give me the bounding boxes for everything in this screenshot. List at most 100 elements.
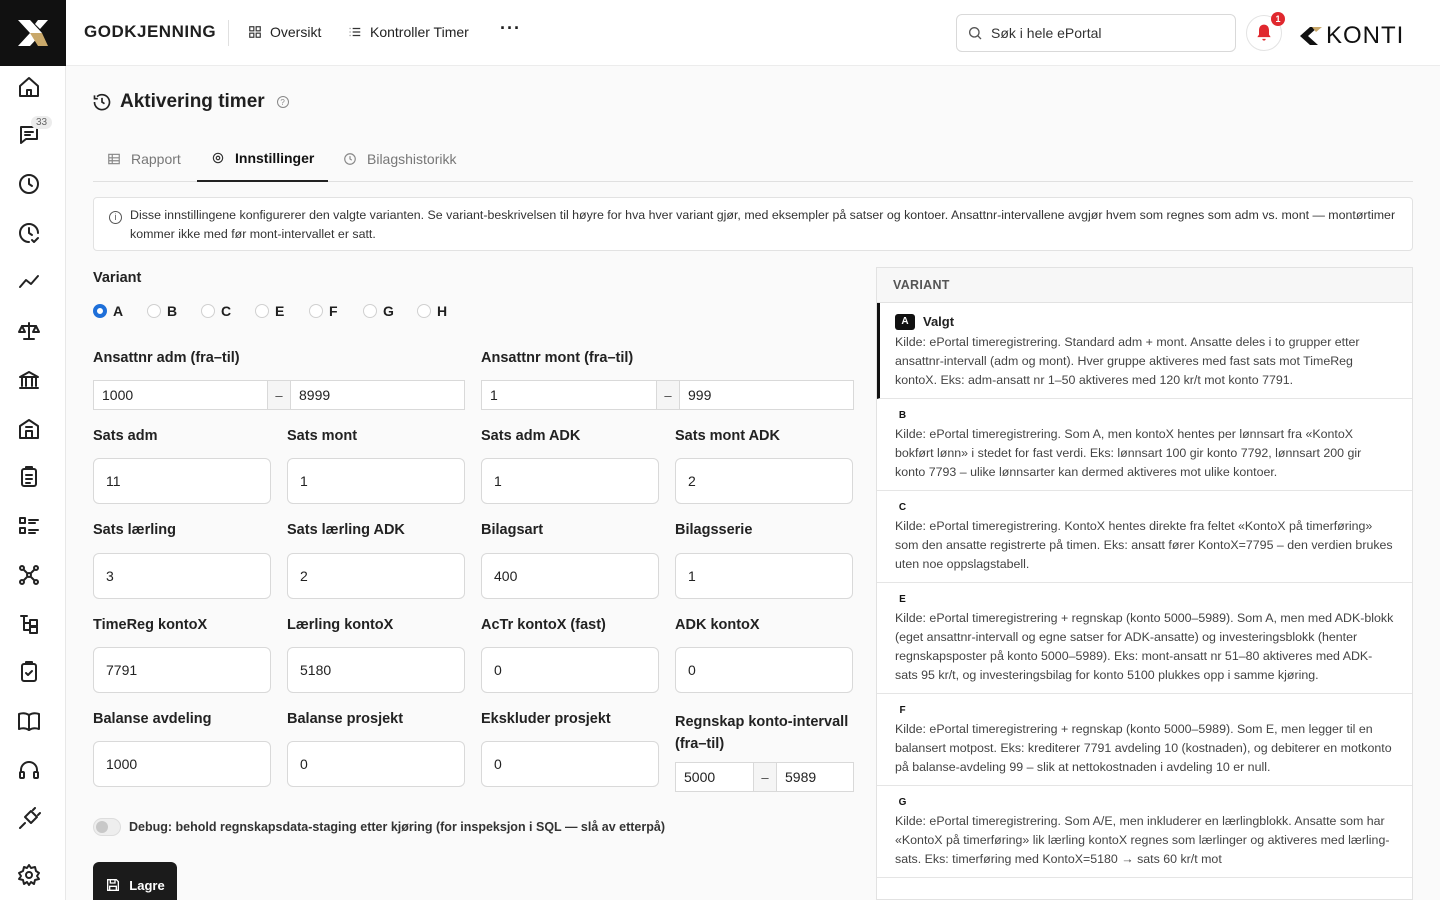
search-input[interactable] — [991, 25, 1211, 41]
history-icon — [344, 153, 356, 165]
notifications-badge: 1 — [1271, 12, 1285, 26]
variant-radio-h[interactable]: H — [417, 303, 471, 319]
label-line: (fra–til) — [675, 736, 725, 752]
mont-from-input[interactable] — [482, 381, 656, 409]
bilagsserie-input[interactable] — [675, 553, 853, 599]
variant-radio-b[interactable]: B — [147, 303, 201, 319]
laerling-kontox-input[interactable] — [287, 647, 465, 693]
tab-label: Rapport — [131, 151, 181, 167]
debug-toggle[interactable] — [93, 818, 121, 836]
nav-link-kontroller-timer[interactable]: Kontroller Timer — [348, 24, 469, 40]
radio-label: F — [329, 303, 338, 319]
ekskluder-prosjekt-input[interactable] — [481, 741, 659, 787]
radio-dot[interactable] — [309, 304, 323, 318]
help-icon[interactable]: ? — [276, 96, 289, 108]
info-icon: i — [109, 211, 122, 224]
mont-to-input[interactable] — [680, 381, 853, 409]
radio-dot[interactable] — [93, 304, 107, 318]
variant-badge: C — [898, 502, 907, 513]
radio-dot[interactable] — [417, 304, 431, 318]
app-logo[interactable] — [0, 0, 66, 66]
scale-icon[interactable] — [15, 317, 43, 345]
variant-radio-e[interactable]: E — [255, 303, 309, 319]
table-icon — [108, 153, 120, 165]
variant-item-header: F — [895, 703, 1394, 718]
more-menu-button[interactable]: ··· — [500, 18, 521, 39]
settings-icon[interactable] — [15, 861, 43, 889]
variant-selected-label: Valgt — [923, 314, 955, 329]
sats-adm-input[interactable] — [93, 458, 271, 504]
variant-radio-g[interactable]: G — [363, 303, 417, 319]
module-title: GODKJENNING — [84, 22, 217, 41]
adm-from-input[interactable] — [94, 381, 267, 409]
variant-radio-c[interactable]: C — [201, 303, 255, 319]
timereg-kontox-input[interactable] — [93, 647, 271, 693]
bilagsart-input[interactable] — [481, 553, 659, 599]
regnskap-from-input[interactable] — [676, 763, 753, 791]
save-label: Lagre — [129, 877, 165, 893]
sats-laerling-input[interactable] — [93, 553, 271, 599]
headset-icon[interactable] — [15, 756, 43, 784]
info-text: Disse innstillingene konfigurerer den va… — [130, 208, 1396, 241]
radio-dot[interactable] — [363, 304, 377, 318]
sats-mont-label: Sats mont — [287, 428, 358, 444]
variant-item-a[interactable]: A Valgt Kilde: ePortal timeregistrering.… — [877, 303, 1412, 399]
trend-icon[interactable] — [15, 268, 43, 296]
sats-adm-adk-input[interactable] — [481, 458, 659, 504]
page-title-text: Aktivering timer — [120, 91, 265, 112]
clipboard-icon[interactable] — [15, 463, 43, 491]
mont-range-label: Ansattnr mont (fra–til) — [481, 350, 634, 366]
balanse-avdeling-input[interactable] — [93, 741, 271, 787]
network-icon[interactable] — [15, 561, 43, 589]
plug-icon[interactable] — [15, 805, 43, 833]
balanse-prosjekt-input[interactable] — [287, 741, 465, 787]
variant-item-e[interactable]: E Kilde: ePortal timeregistrering + regn… — [877, 583, 1412, 694]
clock-icon[interactable] — [15, 170, 43, 198]
variant-panel-title: VARIANT — [877, 268, 1412, 303]
clipboard-check-icon[interactable] — [15, 658, 43, 686]
regnskap-to-input[interactable] — [777, 763, 853, 791]
tab-innstillinger[interactable]: Innstillinger — [197, 136, 329, 182]
adk-kontox-input[interactable] — [675, 647, 853, 693]
range-separator: – — [753, 763, 777, 791]
tab-rapport[interactable]: Rapport — [93, 136, 195, 182]
nav-link-label: Kontroller Timer — [370, 24, 469, 40]
variant-radio-f[interactable]: F — [309, 303, 363, 319]
radio-dot[interactable] — [255, 304, 269, 318]
variant-item-g[interactable]: G Kilde: ePortal timeregistrering. Som A… — [877, 786, 1412, 878]
balanse-avdeling-label: Balanse avdeling — [93, 711, 212, 727]
tab-label: Innstillinger — [235, 150, 315, 166]
sats-laerling-adk-input[interactable] — [287, 553, 465, 599]
variant-item-f[interactable]: F Kilde: ePortal timeregistrering + regn… — [877, 694, 1412, 786]
variant-item-b[interactable]: B Kilde: ePortal timeregistrering. Som A… — [877, 399, 1412, 491]
bank-icon[interactable] — [15, 366, 43, 394]
variant-panel: VARIANT A Valgt Kilde: ePortal timeregis… — [876, 267, 1413, 900]
list-icon[interactable] — [15, 512, 43, 540]
building-icon[interactable] — [15, 415, 43, 443]
radio-dot[interactable] — [147, 304, 161, 318]
radio-label: G — [383, 303, 394, 319]
tab-bilagshistorikk[interactable]: Bilagshistorikk — [329, 136, 470, 182]
variant-item-c[interactable]: C Kilde: ePortal timeregistrering. Konto… — [877, 491, 1412, 583]
adm-to-input[interactable] — [291, 381, 464, 409]
debug-label: Debug: behold regnskapsdata-staging ette… — [129, 820, 665, 834]
sats-mont-adk-label: Sats mont ADK — [675, 428, 780, 444]
variant-radio-a[interactable]: A — [93, 303, 147, 319]
sats-mont-adk-input[interactable] — [675, 458, 853, 504]
book-icon[interactable] — [15, 707, 43, 735]
radio-dot[interactable] — [201, 304, 215, 318]
global-search[interactable] — [956, 14, 1236, 52]
tree-icon[interactable] — [15, 610, 43, 638]
regnskap-range-label: Regnskap konto-intervall (fra–til) — [675, 711, 848, 755]
actr-kontox-input[interactable] — [481, 647, 659, 693]
adm-range-label: Ansattnr adm (fra–til) — [93, 350, 240, 366]
list-icon — [349, 27, 361, 37]
variant-description: Kilde: ePortal timeregistrering. Standar… — [895, 335, 1360, 387]
sats-mont-input[interactable] — [287, 458, 465, 504]
clock-check-icon[interactable] — [15, 219, 43, 247]
home-icon[interactable] — [15, 73, 43, 101]
debug-toggle-row: Debug: behold regnskapsdata-staging ette… — [93, 818, 665, 836]
radio-label: H — [437, 303, 448, 319]
save-button[interactable]: Lagre — [93, 862, 177, 900]
nav-link-oversikt[interactable]: Oversikt — [248, 24, 321, 40]
